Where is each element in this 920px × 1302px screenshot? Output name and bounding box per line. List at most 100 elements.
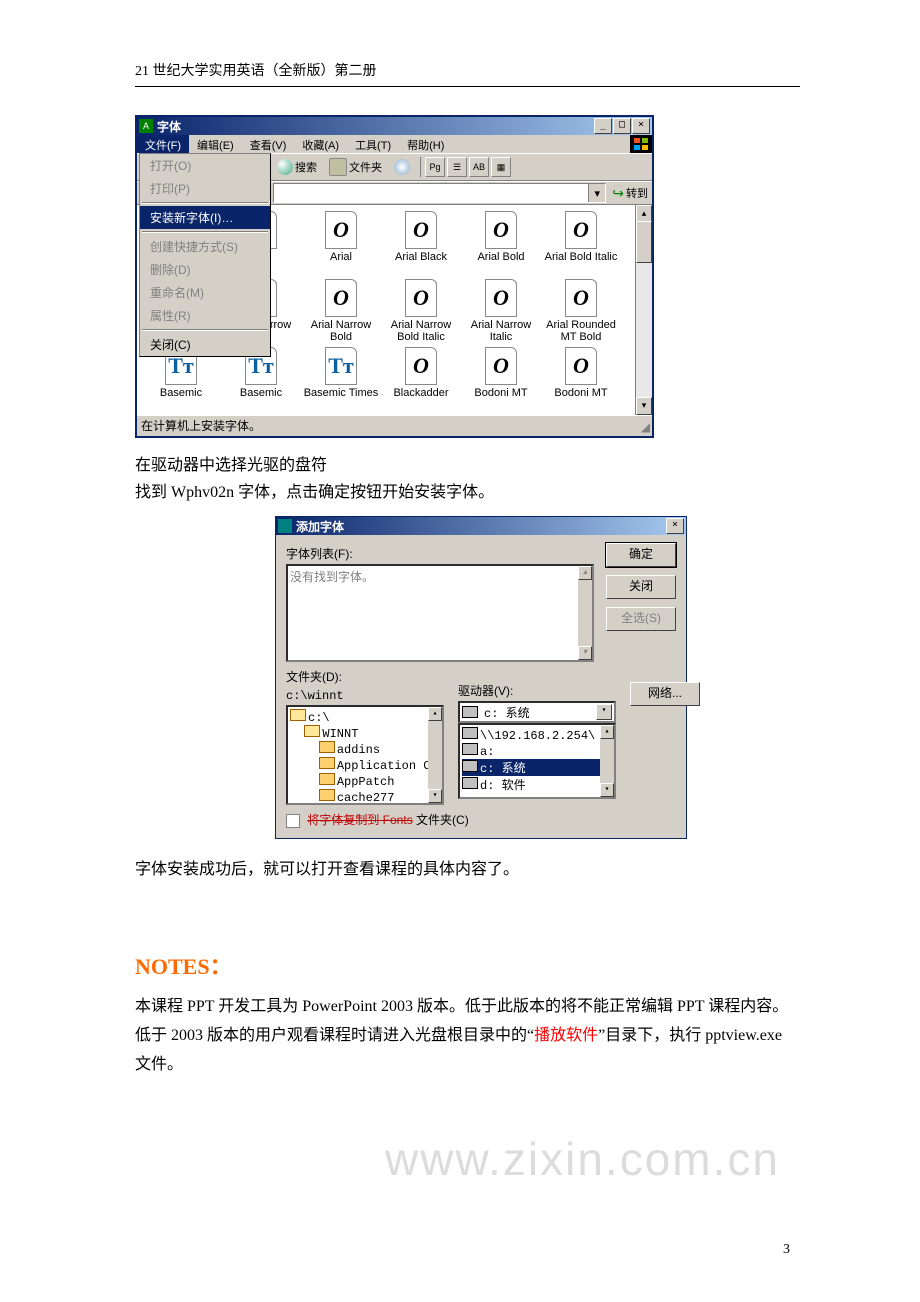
- font-item-label: Arial Narrow Bold: [301, 319, 381, 343]
- drive-item[interactable]: d: 软件: [462, 776, 612, 793]
- tree-item[interactable]: WINNT: [290, 725, 440, 741]
- font-item[interactable]: OArial Black: [381, 211, 461, 279]
- select-all-button[interactable]: 全选(S): [606, 607, 676, 631]
- close-button[interactable]: ×: [632, 118, 650, 134]
- file-install-font[interactable]: 安装新字体(I)…: [140, 206, 270, 229]
- page-header: 21 世纪大学实用英语（全新版）第二册: [135, 60, 800, 87]
- resize-grip-icon[interactable]: ◢: [641, 420, 650, 434]
- address-dropdown-icon[interactable]: ▾: [588, 184, 605, 202]
- font-item[interactable]: OArial: [301, 211, 381, 279]
- add-fonts-dialog: 添加字体 × 确定 关闭 全选(S) 字体列表(F): 没有找到字体。 ▴▾: [275, 516, 687, 839]
- file-open[interactable]: 打开(O): [140, 154, 270, 177]
- opentype-icon: O: [325, 211, 357, 249]
- tree-item[interactable]: AppPatch: [290, 773, 440, 789]
- menu-view[interactable]: 查看(V): [242, 135, 295, 153]
- drives-combo[interactable]: c: 系统 ▾: [458, 701, 616, 723]
- file-dropdown: 打开(O) 打印(P) 安装新字体(I)… 创建快捷方式(S) 删除(D) 重命…: [139, 153, 271, 357]
- drive-item[interactable]: \\192.168.2.254\: [462, 727, 612, 743]
- file-shortcut[interactable]: 创建快捷方式(S): [140, 235, 270, 258]
- menu-fav[interactable]: 收藏(A): [294, 135, 347, 153]
- font-item-label: Arial Narrow Bold Italic: [381, 319, 461, 343]
- font-item[interactable]: OArial Narrow Italic: [461, 279, 541, 347]
- font-list-empty: 没有找到字体。: [290, 570, 374, 584]
- font-item[interactable]: OBlackadder: [381, 347, 461, 415]
- fonts-app-icon: A: [139, 119, 153, 133]
- file-properties[interactable]: 属性(R): [140, 304, 270, 327]
- font-item[interactable]: TᴛBasemic Times: [301, 347, 381, 415]
- folders-button[interactable]: 文件夹: [325, 157, 386, 177]
- font-item[interactable]: O Arial Bold Italic: [541, 211, 621, 279]
- scrollbar[interactable]: ▴ ▾: [635, 205, 652, 415]
- copy-check-red: 将字体复制到 Fonts: [307, 813, 412, 827]
- font-item[interactable]: O Arial Bold: [461, 211, 541, 279]
- history-icon: [394, 159, 410, 175]
- menu-tools[interactable]: 工具(T): [347, 135, 399, 153]
- font-list[interactable]: 没有找到字体。 ▴▾: [286, 564, 594, 662]
- opentype-icon: O: [565, 211, 597, 249]
- search-icon: [277, 159, 293, 175]
- view-similar-icon[interactable]: AB: [469, 157, 489, 177]
- combo-dropdown-icon[interactable]: ▾: [596, 704, 612, 720]
- search-label: 搜索: [295, 159, 317, 175]
- font-item[interactable]: OArial Rounded MT Bold: [541, 279, 621, 347]
- folder-tree[interactable]: c:\ WINNT addins Application Cor AppPatc…: [286, 705, 444, 805]
- folders-label: 文件夹(D):: [286, 668, 444, 685]
- go-button[interactable]: ↪ 转到: [612, 185, 648, 201]
- ok-button[interactable]: 确定: [606, 543, 676, 567]
- tree-item[interactable]: c:\: [290, 709, 440, 725]
- go-arrow-icon: ↪: [612, 186, 624, 200]
- notes-p3: 文件。: [135, 1051, 800, 1080]
- menu-edit[interactable]: 编辑(E): [189, 135, 242, 153]
- file-print[interactable]: 打印(P): [140, 177, 270, 200]
- font-item[interactable]: O Bodoni MT: [541, 347, 621, 415]
- window-title: 字体: [157, 118, 594, 135]
- view-details-icon[interactable]: ▦: [491, 157, 511, 177]
- watermark: www.zixin.com.cn: [385, 1132, 780, 1186]
- minimize-button[interactable]: _: [594, 118, 612, 134]
- drive-selected: c: 系统: [484, 704, 530, 721]
- font-item-label: Bodoni MT: [541, 387, 621, 399]
- close-dlg-button[interactable]: 关闭: [606, 575, 676, 599]
- opentype-icon: O: [485, 211, 517, 249]
- folders-label: 文件夹: [349, 159, 382, 175]
- network-button[interactable]: 网络...: [630, 682, 700, 706]
- search-button[interactable]: 搜索: [273, 157, 321, 177]
- instruction-2: 找到 Wphv02n 字体，点击确定按钮开始安装字体。: [135, 479, 800, 506]
- drive-item[interactable]: a:: [462, 743, 612, 759]
- opentype-icon: O: [565, 347, 597, 385]
- addfonts-close-button[interactable]: ×: [666, 518, 684, 534]
- font-item-label: Blackadder: [381, 387, 461, 399]
- font-item-label: Basemic: [221, 387, 301, 399]
- menu-file[interactable]: 文件(F): [137, 135, 189, 153]
- font-item[interactable]: OArial Narrow Bold Italic: [381, 279, 461, 347]
- addfonts-app-icon: [278, 519, 292, 533]
- menu-help[interactable]: 帮助(H): [399, 135, 452, 153]
- maximize-button[interactable]: □: [613, 118, 631, 134]
- folders-path: c:\winnt: [286, 689, 444, 703]
- scroll-thumb[interactable]: [636, 221, 652, 263]
- history-button[interactable]: [390, 157, 414, 177]
- address-input[interactable]: ▾: [273, 183, 606, 203]
- scroll-down-icon[interactable]: ▾: [636, 397, 652, 415]
- font-item[interactable]: TᴛBasemic: [141, 347, 221, 415]
- truetype-icon: Tᴛ: [325, 347, 357, 385]
- checkbox-icon[interactable]: [286, 814, 300, 828]
- font-item[interactable]: OArial Narrow Bold: [301, 279, 381, 347]
- file-delete[interactable]: 删除(D): [140, 258, 270, 281]
- tree-item[interactable]: cache277: [290, 789, 440, 805]
- opentype-icon: O: [485, 347, 517, 385]
- tree-item[interactable]: addins: [290, 741, 440, 757]
- view-large-icon[interactable]: Pg: [425, 157, 445, 177]
- drive-item[interactable]: c: 系统: [462, 759, 612, 776]
- view-list-icon[interactable]: ☰: [447, 157, 467, 177]
- font-item-label: Arial Bold Italic: [541, 251, 621, 263]
- font-item[interactable]: OBodoni MT: [461, 347, 541, 415]
- copy-check-row[interactable]: 将字体复制到 Fonts 文件夹(C): [286, 811, 676, 828]
- font-item-label: Arial Bold: [461, 251, 541, 263]
- file-rename[interactable]: 重命名(M): [140, 281, 270, 304]
- drives-list[interactable]: \\192.168.2.254\a:c: 系统d: 软件▴▾: [458, 723, 616, 799]
- tree-item[interactable]: Application Cor: [290, 757, 440, 773]
- font-item[interactable]: TᴛBasemic: [221, 347, 301, 415]
- drives-label: 驱动器(V):: [458, 682, 616, 699]
- file-close[interactable]: 关闭(C): [140, 333, 270, 356]
